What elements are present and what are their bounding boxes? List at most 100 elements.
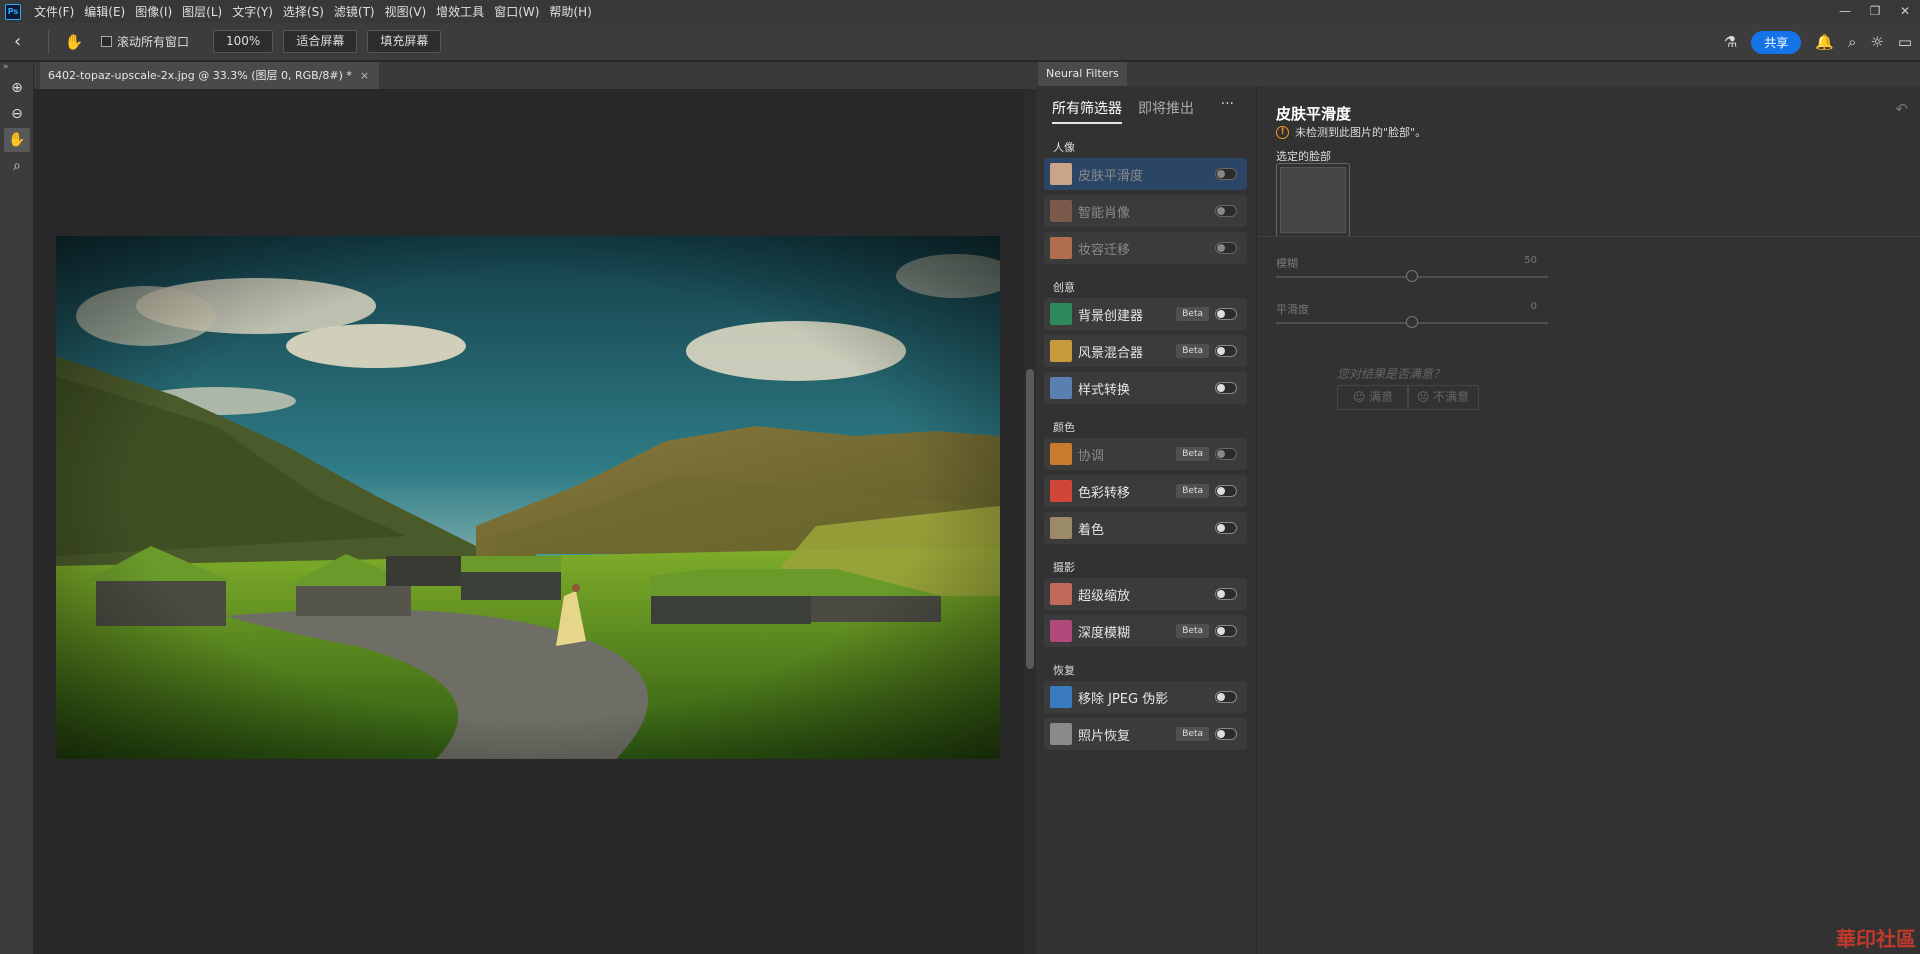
scroll-all-windows-label: 滚动所有窗口 [117, 35, 190, 49]
menu-file[interactable]: 文件(F) [29, 3, 79, 20]
satisfied-button[interactable]: ☺ 满意 [1337, 385, 1409, 410]
filter-thumbnail-icon [1050, 480, 1072, 502]
fit-screen-button[interactable]: 适合屏幕 [283, 30, 358, 53]
hand-tool-icon[interactable]: ✋ [59, 33, 89, 51]
satisfied-label: 满意 [1369, 390, 1394, 404]
window-controls: — ❐ ✕ [1830, 0, 1920, 23]
reset-icon[interactable]: ↶ [1895, 100, 1908, 118]
filter-item-label: 样式转换 [1078, 382, 1131, 398]
zoom-100-button[interactable]: 100% [213, 30, 274, 53]
filter-item-label: 超级缩放 [1078, 588, 1131, 604]
search-icon[interactable]: ⌕ [1848, 33, 1856, 51]
checkbox-box[interactable] [101, 36, 112, 47]
back-arrow-icon[interactable]: ‹ [14, 31, 38, 52]
filter-toggle[interactable] [1215, 625, 1237, 637]
hand-icon[interactable]: ✋ [4, 128, 30, 152]
filter-toggle[interactable] [1215, 205, 1237, 217]
filter-item[interactable]: 照片恢复 Beta [1044, 718, 1247, 750]
category-heading: 人像 [1053, 141, 1075, 154]
menu-layer[interactable]: 图层(L) [177, 3, 227, 20]
filter-thumbnail-icon [1050, 620, 1072, 642]
filter-item[interactable]: 背景创建器 Beta [1044, 298, 1247, 330]
filter-toggle[interactable] [1215, 691, 1237, 703]
filter-item[interactable]: 着色 [1044, 512, 1247, 544]
neural-filters-panel-tab[interactable]: Neural Filters [1038, 62, 1127, 86]
bell-icon[interactable]: 🔔 [1815, 33, 1834, 51]
menu-select[interactable]: 选择(S) [278, 3, 329, 20]
filter-item-label: 着色 [1078, 522, 1105, 538]
smoothness-slider-knob[interactable] [1406, 316, 1418, 328]
filter-item-label: 协调 [1078, 448, 1105, 464]
close-icon[interactable]: ✕ [1890, 0, 1920, 23]
filter-toggle[interactable] [1215, 448, 1237, 460]
filter-item-label: 背景创建器 [1078, 308, 1144, 324]
filter-toggle[interactable] [1215, 382, 1237, 394]
blur-slider-knob[interactable] [1406, 270, 1418, 282]
document-tab-bar: 6402-topaz-upscale-2x.jpg @ 33.3% (图层 0,… [34, 62, 1036, 89]
unsatisfied-button[interactable]: ☹ 不满意 [1407, 385, 1479, 410]
menu-image[interactable]: 图像(I) [130, 3, 177, 20]
menu-edit[interactable]: 编辑(E) [79, 3, 130, 20]
filter-toggle[interactable] [1215, 168, 1237, 180]
workspace-icon[interactable]: ▭ [1898, 33, 1912, 51]
filter-item[interactable]: 风景混合器 Beta [1044, 335, 1247, 367]
vertical-scrollbar[interactable] [1024, 89, 1036, 954]
filter-thumbnail-icon [1050, 237, 1072, 259]
filter-toggle[interactable] [1215, 345, 1237, 357]
divider [1257, 236, 1920, 237]
filter-thumbnail-icon [1050, 303, 1072, 325]
scrollbar-thumb[interactable] [1026, 369, 1034, 669]
filter-toggle[interactable] [1215, 485, 1237, 497]
filter-detail-panel: 皮肤平滑度 ↶ ! 未检测到此图片的"脸部"。 选定的脸部 模糊 50 平滑度 … [1256, 86, 1920, 954]
magnifier-icon[interactable]: ⌕ [4, 154, 30, 178]
warning-icon: ! [1276, 125, 1289, 139]
neural-filters-list-panel: 所有筛选器 即将推出 ··· 人像 皮肤平滑度 智能肖像 妆容迁移 创意 背景创建器 Bet… [1036, 86, 1256, 954]
tab-coming-soon[interactable]: 即将推出 [1138, 98, 1194, 124]
filter-item[interactable]: 色彩转移 Beta [1044, 475, 1247, 507]
filter-toggle[interactable] [1215, 522, 1237, 534]
collapse-icon[interactable]: » [0, 62, 33, 74]
document-tab[interactable]: 6402-topaz-upscale-2x.jpg @ 33.3% (图层 0,… [40, 62, 380, 89]
filter-thumbnail-icon [1050, 583, 1072, 605]
menu-bar: Ps 文件(F) 编辑(E) 图像(I) 图层(L) 文字(Y) 选择(S) 滤… [0, 0, 1920, 23]
lightbulb-icon[interactable]: ☼ [1870, 33, 1883, 51]
zoom-out-icon[interactable]: ⊖ [4, 102, 30, 126]
selected-face-thumbnail[interactable] [1276, 163, 1350, 237]
filter-item[interactable]: 移除 JPEG 伪影 [1044, 681, 1247, 713]
smoothness-slider-value: 0 [1530, 301, 1537, 312]
filter-item-label: 移除 JPEG 伪影 [1078, 691, 1169, 707]
menu-window[interactable]: 窗口(W) [489, 3, 544, 20]
category-heading: 摄影 [1053, 561, 1075, 574]
flask-icon[interactable]: ⚗ [1724, 33, 1737, 51]
menu-view[interactable]: 视图(V) [380, 3, 432, 20]
filter-toggle[interactable] [1215, 728, 1237, 740]
zoom-in-icon[interactable]: ⊕ [4, 76, 30, 100]
restore-icon[interactable]: ❐ [1860, 0, 1890, 23]
scroll-all-windows-checkbox[interactable]: 滚动所有窗口 [101, 33, 189, 50]
more-options-icon[interactable]: ··· [1221, 96, 1234, 112]
filter-item[interactable]: 样式转换 [1044, 372, 1247, 404]
tab-all-filters[interactable]: 所有筛选器 [1052, 98, 1122, 124]
filter-toggle[interactable] [1215, 588, 1237, 600]
beta-badge: Beta [1176, 484, 1209, 498]
filter-toggle[interactable] [1215, 308, 1237, 320]
filter-item[interactable]: 智能肖像 [1044, 195, 1247, 227]
filter-toggle[interactable] [1215, 242, 1237, 254]
face-placeholder [1280, 167, 1346, 233]
beta-badge: Beta [1176, 307, 1209, 321]
filter-item[interactable]: 协调 Beta [1044, 438, 1247, 470]
menu-help[interactable]: 帮助(H) [544, 3, 596, 20]
divider [48, 29, 49, 54]
filter-item[interactable]: 深度模糊 Beta [1044, 615, 1247, 647]
close-tab-icon[interactable]: × [360, 69, 369, 82]
fill-screen-button[interactable]: 填充屏幕 [367, 30, 442, 53]
filter-item[interactable]: 超级缩放 [1044, 578, 1247, 610]
filter-item[interactable]: 妆容迁移 [1044, 232, 1247, 264]
minimize-icon[interactable]: — [1830, 0, 1860, 23]
canvas-image[interactable] [56, 236, 1000, 759]
filter-item[interactable]: 皮肤平滑度 [1044, 158, 1247, 190]
menu-plugins[interactable]: 增效工具 [431, 3, 489, 20]
menu-filter[interactable]: 滤镜(T) [329, 3, 380, 20]
share-button[interactable]: 共享 [1751, 30, 1802, 54]
menu-type[interactable]: 文字(Y) [227, 3, 278, 20]
